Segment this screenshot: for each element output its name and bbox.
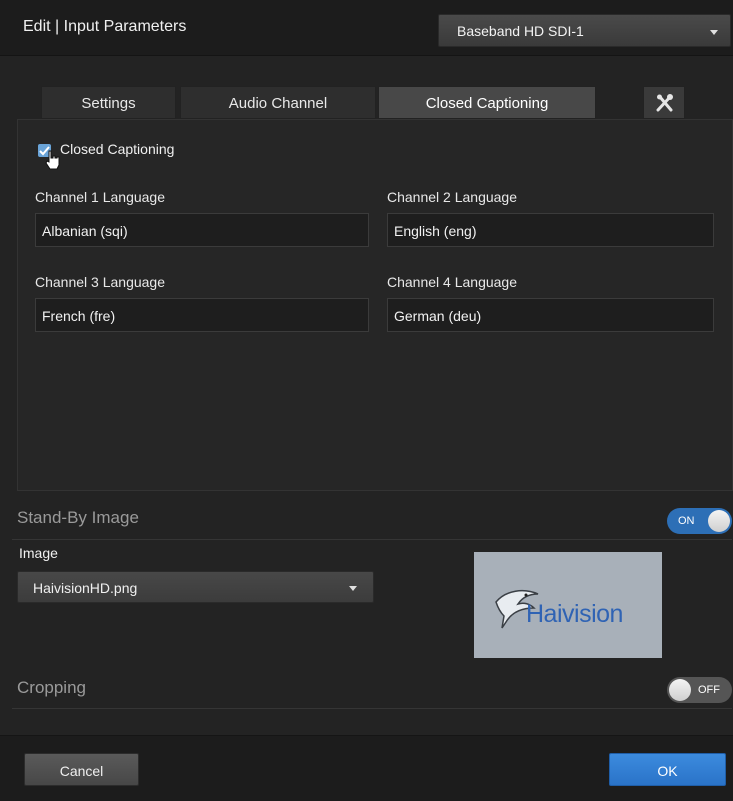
channel-1-language-field[interactable]: Albanian (sqi) bbox=[35, 213, 369, 247]
divider bbox=[12, 539, 732, 540]
ok-button[interactable]: OK bbox=[609, 753, 726, 786]
closed-captioning-panel: Closed Captioning Channel 1 Language Alb… bbox=[17, 119, 733, 491]
divider bbox=[12, 708, 732, 709]
image-select-value: HaivisionHD.png bbox=[33, 580, 138, 596]
channel-1-language-label: Channel 1 Language bbox=[35, 189, 166, 205]
toggle-knob bbox=[669, 679, 691, 701]
channel-3-language-field[interactable]: French (fre) bbox=[35, 298, 369, 332]
hand-pointer-icon bbox=[45, 150, 60, 170]
channel-4-language-field[interactable]: German (deu) bbox=[387, 298, 714, 332]
image-label: Image bbox=[19, 545, 58, 561]
standby-image-preview: Haivision bbox=[474, 552, 662, 658]
dialog-header: Edit | Input Parameters Baseband HD SDI-… bbox=[0, 0, 733, 56]
cancel-button[interactable]: Cancel bbox=[24, 753, 139, 786]
tab-audio-channel[interactable]: Audio Channel bbox=[180, 86, 376, 119]
channel-2-language-field[interactable]: English (eng) bbox=[387, 213, 714, 247]
cropping-toggle[interactable]: OFF bbox=[667, 677, 732, 703]
toggle-knob bbox=[708, 510, 730, 532]
source-select-value: Baseband HD SDI-1 bbox=[457, 23, 584, 39]
standby-image-toggle[interactable]: ON bbox=[667, 508, 732, 534]
cropping-toggle-text: OFF bbox=[698, 684, 720, 696]
image-select[interactable]: HaivisionHD.png bbox=[17, 571, 374, 603]
channel-2-language-label: Channel 2 Language bbox=[387, 189, 518, 205]
channel-4-language-label: Channel 4 Language bbox=[387, 274, 518, 290]
dialog-title: Edit | Input Parameters bbox=[23, 18, 187, 35]
cropping-title: Cropping bbox=[17, 678, 86, 697]
source-select[interactable]: Baseband HD SDI-1 bbox=[438, 14, 731, 47]
chevron-down-icon bbox=[710, 30, 718, 35]
tab-closed-captioning[interactable]: Closed Captioning bbox=[378, 86, 596, 119]
chevron-down-icon bbox=[349, 586, 357, 591]
haivision-logo: Haivision bbox=[526, 600, 623, 628]
standby-toggle-text: ON bbox=[678, 515, 695, 527]
closed-captioning-label: Closed Captioning bbox=[60, 141, 175, 157]
standby-image-title: Stand-By Image bbox=[17, 508, 139, 527]
tools-tab[interactable] bbox=[643, 86, 685, 119]
channel-3-language-label: Channel 3 Language bbox=[35, 274, 166, 290]
tools-icon bbox=[656, 94, 673, 112]
tab-settings[interactable]: Settings bbox=[41, 86, 176, 119]
edit-input-parameters-dialog: Edit | Input Parameters Baseband HD SDI-… bbox=[0, 0, 733, 801]
